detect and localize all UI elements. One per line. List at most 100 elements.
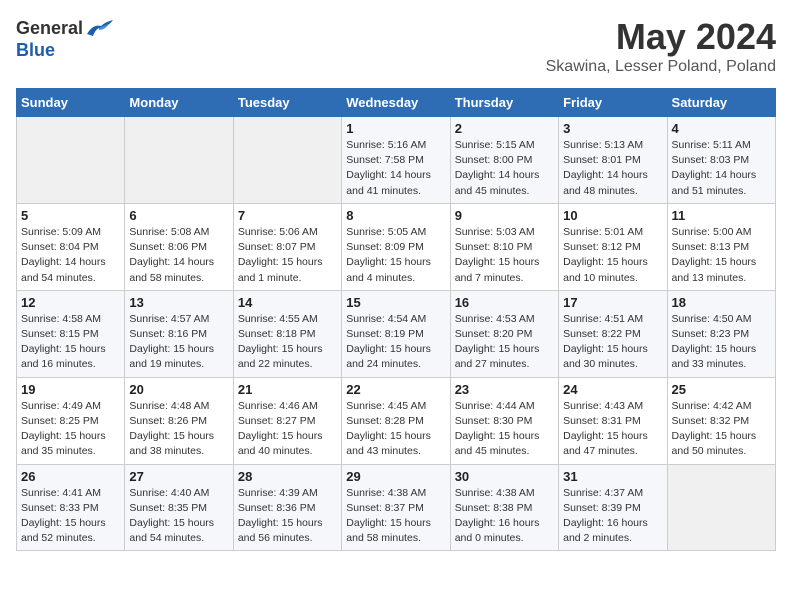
day-number: 17 xyxy=(563,295,662,310)
calendar-week-row: 5 Sunrise: 5:09 AM Sunset: 8:04 PM Daylig… xyxy=(17,203,776,290)
day-of-week-header: Saturday xyxy=(667,89,775,117)
day-number: 4 xyxy=(672,121,771,136)
calendar-cell: 1 Sunrise: 5:16 AM Sunset: 7:58 PM Daylig… xyxy=(342,117,450,204)
day-info: Sunrise: 5:00 AM Sunset: 8:13 PM Dayligh… xyxy=(672,225,771,286)
day-number: 31 xyxy=(563,469,662,484)
day-number: 19 xyxy=(21,382,120,397)
logo-general: General xyxy=(16,18,83,39)
day-number: 12 xyxy=(21,295,120,310)
day-info: Sunrise: 5:15 AM Sunset: 8:00 PM Dayligh… xyxy=(455,138,554,199)
day-info: Sunrise: 5:11 AM Sunset: 8:03 PM Dayligh… xyxy=(672,138,771,199)
day-info: Sunrise: 4:46 AM Sunset: 8:27 PM Dayligh… xyxy=(238,399,337,460)
day-number: 29 xyxy=(346,469,445,484)
calendar-cell: 23 Sunrise: 4:44 AM Sunset: 8:30 PM Dayli… xyxy=(450,377,558,464)
calendar-cell: 18Sunrise: 4:50 AM Sunset: 8:23 PM Dayli… xyxy=(667,290,775,377)
day-number: 1 xyxy=(346,121,445,136)
day-info: Sunrise: 5:16 AM Sunset: 7:58 PM Dayligh… xyxy=(346,138,445,199)
day-number: 21 xyxy=(238,382,337,397)
day-of-week-header: Monday xyxy=(125,89,233,117)
calendar-cell: 13 Sunrise: 4:57 AM Sunset: 8:16 PM Dayli… xyxy=(125,290,233,377)
day-of-week-header: Wednesday xyxy=(342,89,450,117)
day-info: Sunrise: 5:05 AM Sunset: 8:09 PM Dayligh… xyxy=(346,225,445,286)
day-number: 10 xyxy=(563,208,662,223)
calendar-cell: 30 Sunrise: 4:38 AM Sunset: 8:38 PM Dayli… xyxy=(450,464,558,551)
calendar-cell: 31Sunrise: 4:37 AM Sunset: 8:39 PM Dayli… xyxy=(559,464,667,551)
calendar-cell: 27Sunrise: 4:40 AM Sunset: 8:35 PM Dayli… xyxy=(125,464,233,551)
day-info: Sunrise: 4:44 AM Sunset: 8:30 PM Dayligh… xyxy=(455,399,554,460)
calendar-cell: 29Sunrise: 4:38 AM Sunset: 8:37 PM Dayli… xyxy=(342,464,450,551)
logo-blue: Blue xyxy=(16,40,55,61)
day-info: Sunrise: 5:03 AM Sunset: 8:10 PM Dayligh… xyxy=(455,225,554,286)
day-number: 27 xyxy=(129,469,228,484)
day-info: Sunrise: 4:55 AM Sunset: 8:18 PM Dayligh… xyxy=(238,312,337,373)
calendar-cell xyxy=(667,464,775,551)
day-number: 6 xyxy=(129,208,228,223)
day-number: 24 xyxy=(563,382,662,397)
day-info: Sunrise: 4:49 AM Sunset: 8:25 PM Dayligh… xyxy=(21,399,120,460)
day-number: 30 xyxy=(455,469,554,484)
day-info: Sunrise: 4:42 AM Sunset: 8:32 PM Dayligh… xyxy=(672,399,771,460)
day-info: Sunrise: 4:45 AM Sunset: 8:28 PM Dayligh… xyxy=(346,399,445,460)
day-number: 7 xyxy=(238,208,337,223)
calendar-week-row: 26 Sunrise: 4:41 AM Sunset: 8:33 PM Dayli… xyxy=(17,464,776,551)
day-number: 16 xyxy=(455,295,554,310)
day-info: Sunrise: 5:06 AM Sunset: 8:07 PM Dayligh… xyxy=(238,225,337,286)
calendar-cell: 15 Sunrise: 4:54 AM Sunset: 8:19 PM Dayli… xyxy=(342,290,450,377)
calendar-cell: 10Sunrise: 5:01 AM Sunset: 8:12 PM Dayli… xyxy=(559,203,667,290)
page-header: General Blue May 2024 Skawina, Lesser Po… xyxy=(16,16,776,76)
month-title: May 2024 xyxy=(546,16,776,58)
day-info: Sunrise: 4:39 AM Sunset: 8:36 PM Dayligh… xyxy=(238,486,337,547)
day-info: Sunrise: 4:57 AM Sunset: 8:16 PM Dayligh… xyxy=(129,312,228,373)
day-number: 13 xyxy=(129,295,228,310)
day-info: Sunrise: 4:53 AM Sunset: 8:20 PM Dayligh… xyxy=(455,312,554,373)
calendar-cell xyxy=(125,117,233,204)
calendar-week-row: 1 Sunrise: 5:16 AM Sunset: 7:58 PM Daylig… xyxy=(17,117,776,204)
calendar-cell: 11 Sunrise: 5:00 AM Sunset: 8:13 PM Dayli… xyxy=(667,203,775,290)
day-info: Sunrise: 5:13 AM Sunset: 8:01 PM Dayligh… xyxy=(563,138,662,199)
calendar-cell: 9 Sunrise: 5:03 AM Sunset: 8:10 PM Daylig… xyxy=(450,203,558,290)
day-info: Sunrise: 4:38 AM Sunset: 8:38 PM Dayligh… xyxy=(455,486,554,547)
calendar-cell: 4 Sunrise: 5:11 AM Sunset: 8:03 PM Daylig… xyxy=(667,117,775,204)
day-of-week-header: Thursday xyxy=(450,89,558,117)
calendar-header-row: SundayMondayTuesdayWednesdayThursdayFrid… xyxy=(17,89,776,117)
day-number: 26 xyxy=(21,469,120,484)
calendar-cell: 17 Sunrise: 4:51 AM Sunset: 8:22 PM Dayli… xyxy=(559,290,667,377)
day-number: 9 xyxy=(455,208,554,223)
day-info: Sunrise: 5:08 AM Sunset: 8:06 PM Dayligh… xyxy=(129,225,228,286)
day-of-week-header: Friday xyxy=(559,89,667,117)
day-number: 15 xyxy=(346,295,445,310)
calendar-cell: 28Sunrise: 4:39 AM Sunset: 8:36 PM Dayli… xyxy=(233,464,341,551)
day-number: 23 xyxy=(455,382,554,397)
day-number: 3 xyxy=(563,121,662,136)
calendar-cell: 19 Sunrise: 4:49 AM Sunset: 8:25 PM Dayli… xyxy=(17,377,125,464)
title-area: May 2024 Skawina, Lesser Poland, Poland xyxy=(546,16,776,76)
day-number: 14 xyxy=(238,295,337,310)
logo-bird-icon xyxy=(85,16,115,40)
calendar-cell: 20Sunrise: 4:48 AM Sunset: 8:26 PM Dayli… xyxy=(125,377,233,464)
calendar-table: SundayMondayTuesdayWednesdayThursdayFrid… xyxy=(16,88,776,551)
day-info: Sunrise: 4:50 AM Sunset: 8:23 PM Dayligh… xyxy=(672,312,771,373)
calendar-cell: 25Sunrise: 4:42 AM Sunset: 8:32 PM Dayli… xyxy=(667,377,775,464)
day-number: 5 xyxy=(21,208,120,223)
day-number: 20 xyxy=(129,382,228,397)
day-of-week-header: Tuesday xyxy=(233,89,341,117)
calendar-week-row: 19 Sunrise: 4:49 AM Sunset: 8:25 PM Dayli… xyxy=(17,377,776,464)
day-info: Sunrise: 4:51 AM Sunset: 8:22 PM Dayligh… xyxy=(563,312,662,373)
day-info: Sunrise: 4:43 AM Sunset: 8:31 PM Dayligh… xyxy=(563,399,662,460)
calendar-cell xyxy=(17,117,125,204)
calendar-cell: 7 Sunrise: 5:06 AM Sunset: 8:07 PM Daylig… xyxy=(233,203,341,290)
day-number: 2 xyxy=(455,121,554,136)
calendar-cell: 5 Sunrise: 5:09 AM Sunset: 8:04 PM Daylig… xyxy=(17,203,125,290)
calendar-cell: 6 Sunrise: 5:08 AM Sunset: 8:06 PM Daylig… xyxy=(125,203,233,290)
location-title: Skawina, Lesser Poland, Poland xyxy=(546,58,776,76)
day-info: Sunrise: 5:09 AM Sunset: 8:04 PM Dayligh… xyxy=(21,225,120,286)
day-number: 8 xyxy=(346,208,445,223)
calendar-cell: 3 Sunrise: 5:13 AM Sunset: 8:01 PM Daylig… xyxy=(559,117,667,204)
calendar-cell: 16 Sunrise: 4:53 AM Sunset: 8:20 PM Dayli… xyxy=(450,290,558,377)
calendar-cell: 26 Sunrise: 4:41 AM Sunset: 8:33 PM Dayli… xyxy=(17,464,125,551)
day-number: 11 xyxy=(672,208,771,223)
day-info: Sunrise: 4:54 AM Sunset: 8:19 PM Dayligh… xyxy=(346,312,445,373)
calendar-cell: 14 Sunrise: 4:55 AM Sunset: 8:18 PM Dayli… xyxy=(233,290,341,377)
calendar-cell: 22Sunrise: 4:45 AM Sunset: 8:28 PM Dayli… xyxy=(342,377,450,464)
day-info: Sunrise: 4:41 AM Sunset: 8:33 PM Dayligh… xyxy=(21,486,120,547)
